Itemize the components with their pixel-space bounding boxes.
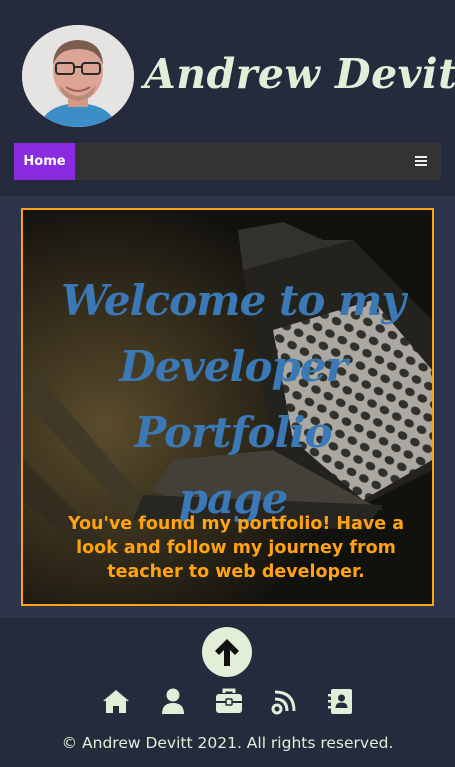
avatar <box>22 25 134 127</box>
user-icon[interactable] <box>158 686 188 716</box>
arrow-up-icon[interactable] <box>202 627 252 677</box>
bars-icon[interactable] <box>415 153 431 169</box>
site-title[interactable]: Andrew Devitt <box>144 50 455 98</box>
hero-title: Welcome to my Developer Portfolio page <box>61 276 406 523</box>
home-icon[interactable] <box>101 686 131 716</box>
nav-home-link[interactable]: Home <box>14 143 75 180</box>
site-footer: © Andrew Devitt 2021. All rights reserve… <box>0 618 455 767</box>
contact-book-icon[interactable] <box>326 686 356 716</box>
navbar: Home <box>14 143 441 180</box>
site-header: Andrew Devitt <box>0 0 455 135</box>
briefcase-icon[interactable] <box>214 686 244 716</box>
copyright-text: © Andrew Devitt 2021. All rights reserve… <box>61 734 394 752</box>
hero-banner: Welcome to my Developer Portfolio page Y… <box>21 208 434 606</box>
hero-subtitle: You've found my portfolio! Have a look a… <box>67 514 405 582</box>
blog-icon[interactable] <box>270 686 300 716</box>
